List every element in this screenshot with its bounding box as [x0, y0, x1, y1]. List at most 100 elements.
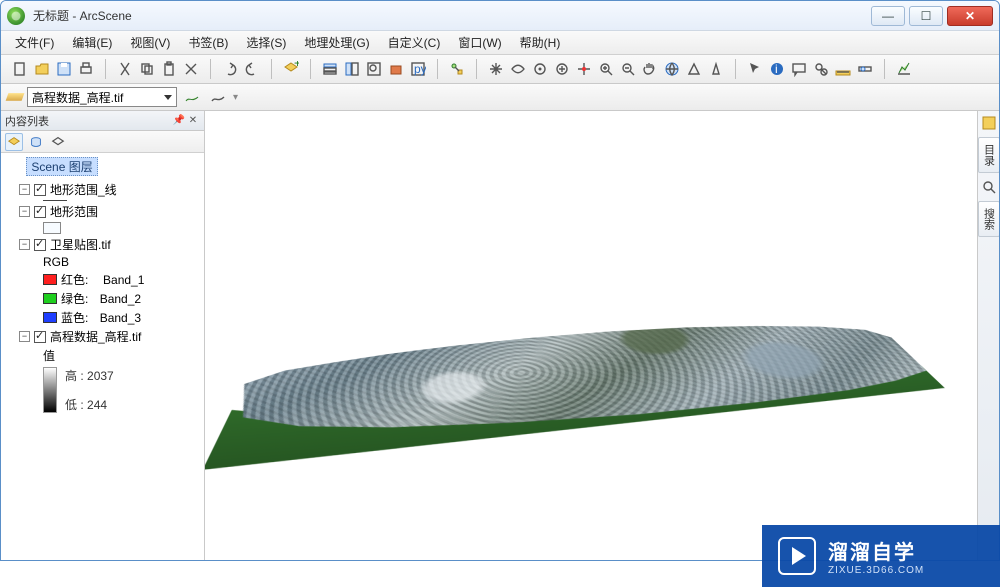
band-value: Band_2 [100, 292, 141, 306]
toc-pin-button[interactable]: 📌 [172, 115, 186, 126]
full-extent-button[interactable] [661, 58, 683, 80]
stretch-ramp [43, 367, 57, 413]
cut-button[interactable] [114, 58, 136, 80]
field-of-view-narrow-button[interactable] [705, 58, 727, 80]
undo-button[interactable] [219, 58, 241, 80]
dock-tab-search[interactable]: 搜索 [978, 201, 1000, 237]
band-swatch-red [43, 274, 57, 285]
menu-windows[interactable]: 窗口(W) [450, 32, 509, 53]
menu-geoprocessing[interactable]: 地理处理(G) [296, 32, 377, 53]
pan-button[interactable] [639, 58, 661, 80]
terrain-model [251, 264, 930, 453]
catalog-icon [981, 115, 997, 131]
dropdown-caret-icon: ▾ [233, 92, 238, 103]
fly-button[interactable] [507, 58, 529, 80]
minimize-button[interactable]: — [871, 6, 905, 26]
paste-button[interactable] [158, 58, 180, 80]
toc-tree: Scene 图层 − 地形范围_线 − 地形范围 − [1, 153, 204, 560]
surface-tool-1[interactable] [181, 86, 203, 108]
catalog-button[interactable] [341, 58, 363, 80]
menu-file[interactable]: 文件(F) [7, 32, 62, 53]
center-target-button[interactable] [529, 58, 551, 80]
zoom-target-button[interactable] [551, 58, 573, 80]
toc-close-button[interactable]: ✕ [186, 115, 200, 126]
measure-button[interactable] [832, 58, 854, 80]
set-observer-button[interactable] [573, 58, 595, 80]
app-icon [7, 7, 25, 25]
collapse-button[interactable]: − [19, 239, 30, 250]
toc-list-by-source[interactable] [27, 133, 45, 151]
print-button[interactable] [75, 58, 97, 80]
zoom-out-button[interactable] [617, 58, 639, 80]
new-button[interactable] [9, 58, 31, 80]
scene-viewport[interactable] [205, 111, 977, 560]
3d-analyst-button[interactable] [893, 58, 915, 80]
select-elements-button[interactable] [744, 58, 766, 80]
add-data-button[interactable]: + [280, 58, 302, 80]
delete-button[interactable] [180, 58, 202, 80]
low-label: 低 : [65, 398, 84, 412]
navigate-button[interactable] [485, 58, 507, 80]
arctoolbox-button[interactable] [385, 58, 407, 80]
scene-layers-header[interactable]: Scene 图层 [26, 157, 97, 176]
save-button[interactable] [53, 58, 75, 80]
toolbar-layer: 高程数据_高程.tif ▾ [1, 84, 999, 111]
dock-tab-catalog[interactable]: 目录 [978, 137, 1000, 173]
stretch-label: 值 [43, 347, 55, 364]
layer-label[interactable]: 地形范围 [50, 203, 98, 220]
find-button[interactable] [810, 58, 832, 80]
chevron-down-icon [164, 95, 172, 100]
toc-button[interactable] [319, 58, 341, 80]
identify-button[interactable]: i [766, 58, 788, 80]
menubar: 文件(F) 编辑(E) 视图(V) 书签(B) 选择(S) 地理处理(G) 自定… [1, 31, 999, 55]
menu-view[interactable]: 视图(V) [122, 32, 178, 53]
layer-visibility-checkbox[interactable] [34, 206, 46, 218]
watermark-title: 溜溜自学 [828, 536, 924, 565]
zoom-in-button[interactable] [595, 58, 617, 80]
layer-visibility-checkbox[interactable] [34, 239, 46, 251]
toc-list-by-selection[interactable] [49, 133, 67, 151]
open-button[interactable] [31, 58, 53, 80]
layer-label[interactable]: 高程数据_高程.tif [50, 328, 141, 345]
right-dock: 目录 搜索 [977, 111, 999, 560]
band-value: Band_1 [103, 273, 144, 287]
window-title: 无标题 - ArcScene [33, 7, 871, 24]
band-label: 绿色: [61, 290, 88, 307]
toc-list-by-drawing-order[interactable] [5, 133, 23, 151]
svg-text:i: i [775, 62, 778, 76]
python-button[interactable]: py [407, 58, 429, 80]
collapse-button[interactable]: − [19, 206, 30, 217]
layer-visibility-checkbox[interactable] [34, 331, 46, 343]
menu-customize[interactable]: 自定义(C) [380, 32, 449, 53]
collapse-button[interactable]: − [19, 184, 30, 195]
watermark-url: ZIXUE.3D66.COM [828, 565, 924, 576]
toc-title: 内容列表 [5, 113, 172, 129]
layer-label[interactable]: 卫星贴图.tif [50, 236, 111, 253]
menu-bookmarks[interactable]: 书签(B) [180, 32, 236, 53]
search-window-button[interactable] [363, 58, 385, 80]
collapse-button[interactable]: − [19, 331, 30, 342]
close-button[interactable]: ✕ [947, 6, 993, 26]
layer-visibility-checkbox[interactable] [34, 184, 46, 196]
watermark: 溜溜自学 ZIXUE.3D66.COM [762, 525, 1000, 587]
maximize-button[interactable]: ☐ [909, 6, 943, 26]
svg-text:+: + [294, 61, 299, 70]
band-value: Band_3 [100, 311, 141, 325]
field-of-view-button[interactable] [683, 58, 705, 80]
menu-edit[interactable]: 编辑(E) [64, 32, 120, 53]
model-builder-button[interactable] [446, 58, 468, 80]
layer-combo[interactable]: 高程数据_高程.tif [27, 87, 177, 107]
search-icon [981, 179, 997, 195]
toc-panel: 内容列表 📌 ✕ Scene 图层 − 地形范围_线 [1, 111, 205, 560]
surface-tool-2[interactable] [207, 86, 229, 108]
copy-button[interactable] [136, 58, 158, 80]
menu-help[interactable]: 帮助(H) [512, 32, 569, 53]
menu-selection[interactable]: 选择(S) [238, 32, 294, 53]
titlebar: 无标题 - ArcScene — ☐ ✕ [1, 1, 999, 31]
html-popup-button[interactable] [788, 58, 810, 80]
band-label: 红色: [61, 271, 88, 288]
layer-label[interactable]: 地形范围_线 [50, 181, 117, 198]
layer-stack-icon [6, 93, 25, 101]
time-slider-button[interactable] [854, 58, 876, 80]
redo-button[interactable] [241, 58, 263, 80]
